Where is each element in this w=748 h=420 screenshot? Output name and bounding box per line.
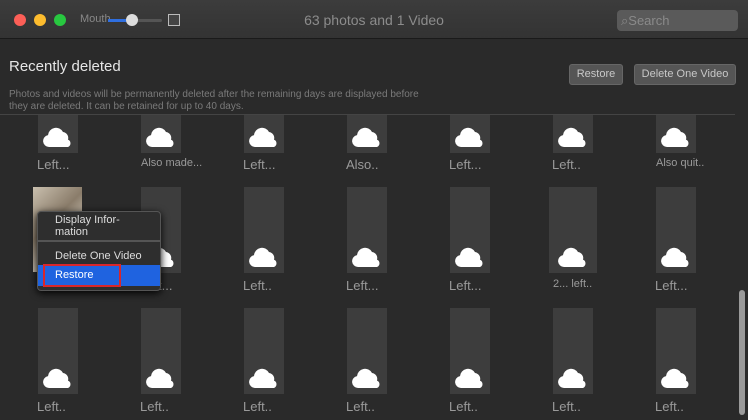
tile-label: Also made... <box>141 157 203 169</box>
photo-tile[interactable] <box>244 308 284 394</box>
menu-item-delete-one-video[interactable]: Delete One Video <box>38 249 160 263</box>
photo-tile[interactable] <box>141 115 181 153</box>
icloud-icon <box>455 247 485 267</box>
tile-label: Left... <box>449 157 482 172</box>
tile-label: Left.. <box>37 399 66 414</box>
tile-label: Left.. <box>243 278 272 293</box>
photo-tile[interactable] <box>347 308 387 394</box>
tile-label: 2... left.. <box>553 278 593 290</box>
photo-tile[interactable] <box>450 115 490 153</box>
tile-label: Left... <box>243 157 276 172</box>
tile-label: Left... <box>449 278 482 293</box>
title-bar: Mouth 63 photos and 1 Video ⌕Search <box>0 0 748 39</box>
photo-tile[interactable] <box>347 187 387 273</box>
icloud-icon <box>558 127 588 147</box>
tile-label: Also quit.. <box>656 157 705 169</box>
icloud-icon <box>249 247 279 267</box>
icloud-icon <box>661 127 691 147</box>
icloud-icon <box>661 247 691 267</box>
icloud-icon <box>661 368 691 388</box>
photo-tile[interactable] <box>450 187 490 273</box>
tile-label: Left.. <box>552 399 581 414</box>
icloud-icon <box>43 368 73 388</box>
photo-tile[interactable] <box>244 187 284 273</box>
photo-tile[interactable] <box>553 115 593 153</box>
photo-tile[interactable] <box>656 308 696 394</box>
icloud-icon <box>352 127 382 147</box>
icloud-icon <box>455 368 485 388</box>
tile-label: Left... <box>655 278 688 293</box>
tile-label: Left.. <box>655 399 684 414</box>
icloud-icon <box>352 247 382 267</box>
photo-tile[interactable] <box>450 308 490 394</box>
icloud-icon <box>249 127 279 147</box>
icloud-icon <box>146 368 176 388</box>
tile-label: Left... <box>37 157 70 172</box>
tile-label: Left.. <box>346 399 375 414</box>
tile-label: Left.. <box>140 399 169 414</box>
tile-label: Left.. <box>449 399 478 414</box>
page-title: Recently deleted <box>9 58 121 75</box>
photo-tile[interactable] <box>656 187 696 273</box>
scrollbar[interactable] <box>739 290 745 415</box>
tile-label: Left.. <box>243 399 272 414</box>
menu-item-display-information[interactable]: Display Infor-mation <box>38 214 128 238</box>
search-placeholder: Search <box>628 13 670 28</box>
menu-divider <box>38 240 160 242</box>
icloud-icon <box>146 127 176 147</box>
icloud-icon <box>249 368 279 388</box>
context-menu: Display Infor-mation Delete One Video Re… <box>37 211 161 291</box>
icloud-icon <box>43 127 73 147</box>
tile-label: Left.. <box>552 157 581 172</box>
delete-one-video-button[interactable]: Delete One Video <box>634 64 736 85</box>
photo-tile[interactable] <box>141 308 181 394</box>
icloud-icon <box>558 247 588 267</box>
restore-button[interactable]: Restore <box>569 64 623 85</box>
photo-tile[interactable] <box>244 115 284 153</box>
tile-label: Also.. <box>346 157 379 172</box>
icloud-icon <box>558 368 588 388</box>
photo-tile[interactable] <box>38 115 78 153</box>
description: Photos and videos will be permanently de… <box>9 89 419 112</box>
photo-tile[interactable] <box>347 115 387 153</box>
photo-tile[interactable] <box>656 115 696 153</box>
photo-tile[interactable] <box>553 308 593 394</box>
photo-tile[interactable] <box>38 308 78 394</box>
icloud-icon <box>455 127 485 147</box>
photo-tile[interactable] <box>549 187 597 273</box>
icloud-icon <box>352 368 382 388</box>
search-input[interactable]: ⌕Search <box>617 10 738 31</box>
highlight-box <box>43 264 121 287</box>
tile-label: Left... <box>346 278 379 293</box>
